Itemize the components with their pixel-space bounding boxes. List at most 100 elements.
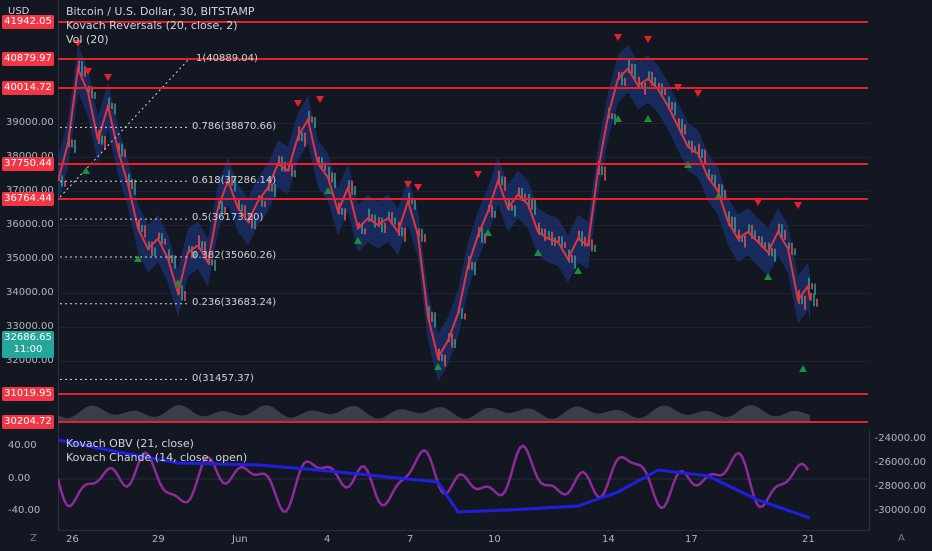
- candle: [811, 283, 813, 290]
- candle: [634, 64, 636, 80]
- candle: [711, 174, 713, 181]
- candle: [704, 149, 706, 164]
- candle: [494, 210, 496, 218]
- current-price-tag: 32686.65 11:00: [2, 331, 54, 358]
- candle: [491, 205, 493, 218]
- oscillator-legend[interactable]: Kovach OBV (21, close) Kovach Chande (14…: [66, 437, 247, 465]
- candle: [744, 235, 746, 248]
- time-label: 4: [324, 534, 331, 545]
- candle: [574, 255, 576, 269]
- candle: [771, 248, 773, 257]
- candle: [264, 201, 266, 208]
- buy-marker: [82, 167, 90, 174]
- price-plot[interactable]: [58, 0, 870, 430]
- candle: [674, 102, 676, 116]
- candle: [364, 228, 366, 235]
- candle: [624, 77, 626, 86]
- level-line[interactable]: [58, 87, 868, 89]
- candle: [341, 207, 343, 215]
- level-line[interactable]: [58, 393, 868, 395]
- candle: [791, 242, 793, 255]
- candle: [161, 233, 163, 245]
- level-line[interactable]: [58, 163, 868, 165]
- level-price-tag: 31019.95: [2, 387, 54, 401]
- candle: [584, 236, 586, 247]
- candle: [731, 216, 733, 227]
- indicator-legend-item[interactable]: Vol (20): [66, 33, 255, 47]
- candle: [314, 117, 316, 129]
- candle: [144, 225, 146, 238]
- buy-marker: [764, 273, 772, 280]
- candle: [564, 242, 566, 248]
- candle: [631, 63, 633, 74]
- chart-root[interactable]: USD 39000.00 38000.00 37000.00 36000.00 …: [0, 0, 932, 550]
- fib-level-label: 0.618(37286.14): [192, 175, 277, 186]
- candle: [154, 247, 156, 257]
- oscillator-left-scale[interactable]: 40.00 0.00 -40.00: [0, 430, 59, 530]
- symbol-title[interactable]: Bitcoin / U.S. Dollar, 30, BITSTAMP: [66, 5, 255, 19]
- level-price-tag: 36764.44: [2, 192, 54, 206]
- candle: [374, 214, 376, 228]
- time-label: 14: [602, 534, 615, 545]
- price-scale-label: 34000.00: [6, 287, 54, 298]
- candle: [74, 139, 76, 153]
- sell-marker: [644, 36, 652, 43]
- candle: [124, 149, 126, 158]
- candle: [121, 143, 123, 157]
- fib-level-label: 0.382(35060.26): [192, 250, 277, 261]
- candle: [501, 176, 503, 186]
- level-price-tag: 37750.44: [2, 157, 54, 171]
- candle: [451, 333, 453, 348]
- candle: [611, 113, 613, 120]
- auto-scale-button[interactable]: A: [898, 533, 905, 544]
- candle: [481, 227, 483, 243]
- candle: [181, 285, 183, 301]
- sell-marker: [474, 171, 482, 178]
- buy-marker: [799, 365, 807, 372]
- time-label: 21: [802, 534, 815, 545]
- zoom-reset-button[interactable]: Z: [30, 533, 37, 544]
- candle: [111, 103, 113, 109]
- candle: [294, 170, 296, 178]
- candle: [104, 136, 106, 150]
- indicator-legend-item[interactable]: Kovach Chande (14, close, open): [66, 451, 247, 465]
- level-line[interactable]: [58, 198, 868, 200]
- candle: [721, 184, 723, 198]
- candle: [471, 261, 473, 270]
- level-line[interactable]: [58, 58, 868, 60]
- fib-level-label: 0.5(36173.20): [192, 212, 264, 223]
- candle: [94, 91, 96, 99]
- indicator-legend-item[interactable]: Kovach OBV (21, close): [66, 437, 247, 451]
- candle: [394, 217, 396, 225]
- candle: [664, 89, 666, 95]
- candle: [421, 228, 423, 242]
- candle: [101, 135, 103, 145]
- time-label: 29: [152, 534, 165, 545]
- candle: [334, 172, 336, 188]
- indicator-legend-item[interactable]: Kovach Reversals (20, close, 2): [66, 19, 255, 33]
- fib-level-label: 1(40889.04): [196, 53, 258, 64]
- osc-scale-label: 0.00: [8, 473, 31, 484]
- osc-scale-label: -40.00: [8, 505, 41, 516]
- candle: [671, 102, 673, 110]
- candle: [724, 190, 726, 198]
- time-axis[interactable]: 26 29 Jun 4 7 10 14 17 21: [58, 530, 870, 551]
- candle: [594, 244, 596, 252]
- candle: [404, 227, 406, 242]
- time-label: 17: [685, 534, 698, 545]
- sell-marker: [104, 74, 112, 81]
- level-line[interactable]: [58, 421, 868, 423]
- sell-marker: [294, 100, 302, 107]
- candle: [544, 228, 546, 241]
- buy-marker: [644, 115, 652, 122]
- candle: [511, 205, 513, 211]
- oscillator-right-scale[interactable]: -24000.00 -26000.00 -28000.00 -30000.00: [869, 430, 932, 530]
- time-label: 26: [66, 534, 79, 545]
- chart-legend[interactable]: Bitcoin / U.S. Dollar, 30, BITSTAMP Kova…: [66, 5, 255, 47]
- osc-scale-label: -30000.00: [874, 505, 926, 516]
- sell-marker: [754, 199, 762, 206]
- bar-countdown: 11:00: [13, 344, 43, 355]
- candle: [291, 164, 293, 177]
- candle: [134, 179, 136, 195]
- time-label: Jun: [232, 534, 248, 545]
